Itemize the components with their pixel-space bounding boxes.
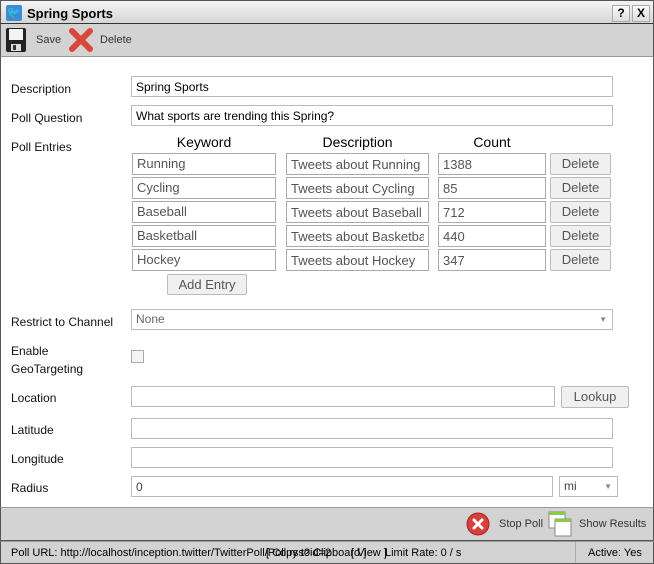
- entry-description-input[interactable]: [286, 177, 429, 199]
- title-bar: 🐦 Spring Sports ? X: [0, 0, 654, 24]
- longitude-label: Longitude: [11, 452, 64, 466]
- toolbar: Save Delete: [0, 24, 654, 57]
- keyword-header: Keyword: [176, 134, 232, 150]
- status-divider: [575, 542, 576, 563]
- enable-label: Enable: [11, 344, 49, 358]
- keyword-input[interactable]: Running: [132, 153, 276, 175]
- poll-question-label: Poll Question: [11, 111, 83, 125]
- radius-unit-select[interactable]: mi ▼: [559, 476, 618, 497]
- keyword-value: Running: [137, 156, 186, 171]
- keyword-value: Baseball: [137, 204, 187, 219]
- radius-unit-value: mi: [564, 479, 577, 493]
- latitude-input[interactable]: [131, 418, 613, 439]
- view-link[interactable]: [ View ]: [351, 547, 387, 559]
- show-results-button[interactable]: Show Results: [547, 510, 651, 538]
- action-bar: Stop Poll Show Results: [0, 507, 654, 541]
- chevron-down-icon: ▼: [599, 315, 607, 324]
- channel-select[interactable]: None ▼: [131, 309, 613, 330]
- status-bar: Poll URL: http://localhost/inception.twi…: [0, 541, 654, 564]
- count-input[interactable]: [438, 201, 546, 223]
- lookup-button[interactable]: Lookup: [561, 386, 629, 408]
- longitude-input[interactable]: [131, 447, 613, 468]
- restrict-channel-label: Restrict to Channel: [11, 315, 114, 329]
- window-title: Spring Sports: [27, 6, 113, 21]
- location-label: Location: [11, 391, 57, 405]
- count-input[interactable]: [438, 177, 546, 199]
- delete-button[interactable]: Delete: [69, 27, 139, 53]
- latitude-label: Latitude: [11, 423, 54, 437]
- delete-label: Delete: [100, 34, 132, 46]
- channel-value: None: [136, 312, 165, 326]
- add-entry-button[interactable]: Add Entry: [167, 274, 247, 295]
- entry-description-input[interactable]: [286, 249, 429, 271]
- location-input[interactable]: [131, 386, 555, 407]
- save-button[interactable]: Save: [5, 27, 65, 53]
- geotargeting-label: GeoTargeting: [11, 362, 84, 376]
- save-label: Save: [36, 34, 62, 46]
- close-button[interactable]: X: [632, 5, 650, 22]
- delete-entry-button[interactable]: Delete: [550, 177, 611, 199]
- radius-input[interactable]: [131, 476, 553, 497]
- help-button[interactable]: ?: [612, 5, 630, 22]
- count-input[interactable]: [438, 153, 546, 175]
- stop-icon: [466, 512, 490, 536]
- windows-icon: [548, 511, 572, 537]
- count-header: Count: [473, 134, 511, 150]
- stop-poll-label: Stop Poll: [499, 518, 544, 530]
- geotargeting-checkbox[interactable]: [131, 350, 144, 363]
- entry-description-input[interactable]: [286, 201, 429, 223]
- entry-description-input[interactable]: [286, 225, 429, 247]
- description-header: Description: [322, 134, 393, 150]
- delete-entry-button[interactable]: Delete: [550, 201, 611, 223]
- stop-poll-button[interactable]: Stop Poll: [466, 512, 546, 536]
- entry-description-input[interactable]: [286, 153, 429, 175]
- poll-question-input[interactable]: [131, 105, 613, 126]
- description-label: Description: [11, 82, 72, 96]
- limit-rate: Limit Rate: 0 / s: [385, 547, 462, 559]
- radius-label: Radius: [11, 481, 49, 495]
- keyword-input[interactable]: Baseball: [132, 201, 276, 223]
- show-results-label: Show Results: [579, 518, 647, 530]
- delete-entry-button[interactable]: Delete: [550, 153, 611, 175]
- poll-entries-label: Poll Entries: [11, 140, 72, 154]
- floppy-disk-icon: [6, 28, 26, 52]
- count-input[interactable]: [438, 225, 546, 247]
- keyword-input[interactable]: Cycling: [132, 177, 276, 199]
- twitter-icon: 🐦: [6, 5, 22, 21]
- active-status: Active: Yes: [588, 547, 642, 559]
- keyword-value: Cycling: [137, 180, 180, 195]
- keyword-input[interactable]: Basketball: [132, 225, 276, 247]
- chevron-down-icon: ▼: [604, 482, 612, 491]
- description-input[interactable]: [131, 76, 613, 97]
- keyword-value: Hockey: [137, 252, 181, 267]
- count-input[interactable]: [438, 249, 546, 271]
- delete-entry-button[interactable]: Delete: [550, 225, 611, 247]
- keyword-input[interactable]: Hockey: [132, 249, 276, 271]
- delete-entry-button[interactable]: Delete: [550, 249, 611, 271]
- red-x-icon: [69, 28, 93, 52]
- keyword-value: Basketball: [137, 228, 197, 243]
